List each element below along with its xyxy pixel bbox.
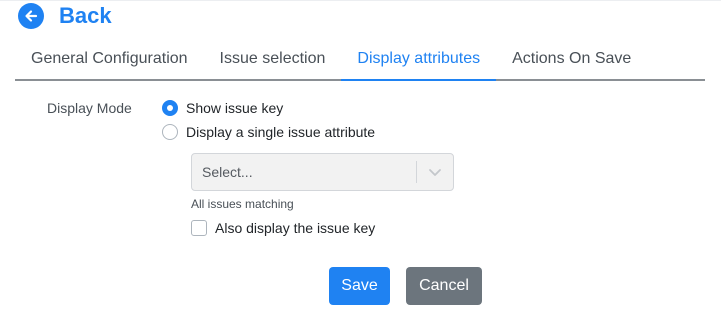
also-display-issue-key[interactable]: Also display the issue key	[191, 219, 375, 237]
arrow-left-circle-icon	[18, 3, 44, 29]
back-label: Back	[59, 3, 112, 28]
tab-actions-on-save[interactable]: Actions On Save	[496, 41, 647, 79]
attribute-select[interactable]: Select...	[191, 153, 454, 191]
tab-issue-selection[interactable]: Issue selection	[204, 41, 342, 79]
radio-button-unchecked[interactable]	[162, 124, 178, 140]
tab-display-attributes[interactable]: Display attributes	[341, 41, 496, 81]
tab-general-configuration[interactable]: General Configuration	[15, 41, 204, 79]
back-button[interactable]: Back	[18, 3, 112, 29]
cancel-button[interactable]: Cancel	[406, 267, 482, 305]
radio-label-single-attribute: Display a single issue attribute	[186, 124, 376, 140]
display-mode-label: Display Mode	[47, 100, 132, 116]
save-button[interactable]: Save	[329, 267, 390, 305]
select-help-text: All issues matching	[191, 197, 294, 211]
select-placeholder: Select...	[202, 164, 253, 180]
chevron-down-icon[interactable]	[417, 167, 453, 177]
config-tabs: General Configuration Issue selection Di…	[15, 41, 705, 81]
radio-show-issue-key[interactable]: Show issue key	[162, 99, 283, 117]
radio-single-issue-attribute[interactable]: Display a single issue attribute	[162, 123, 375, 141]
display-attributes-page: Back General Configuration Issue selecti…	[0, 0, 721, 320]
checkbox-also-display-key[interactable]	[191, 220, 207, 236]
radio-button-checked[interactable]	[162, 100, 178, 116]
checkbox-label: Also display the issue key	[215, 220, 376, 236]
radio-label-show-issue-key: Show issue key	[186, 100, 284, 116]
top-divider	[0, 0, 721, 1]
